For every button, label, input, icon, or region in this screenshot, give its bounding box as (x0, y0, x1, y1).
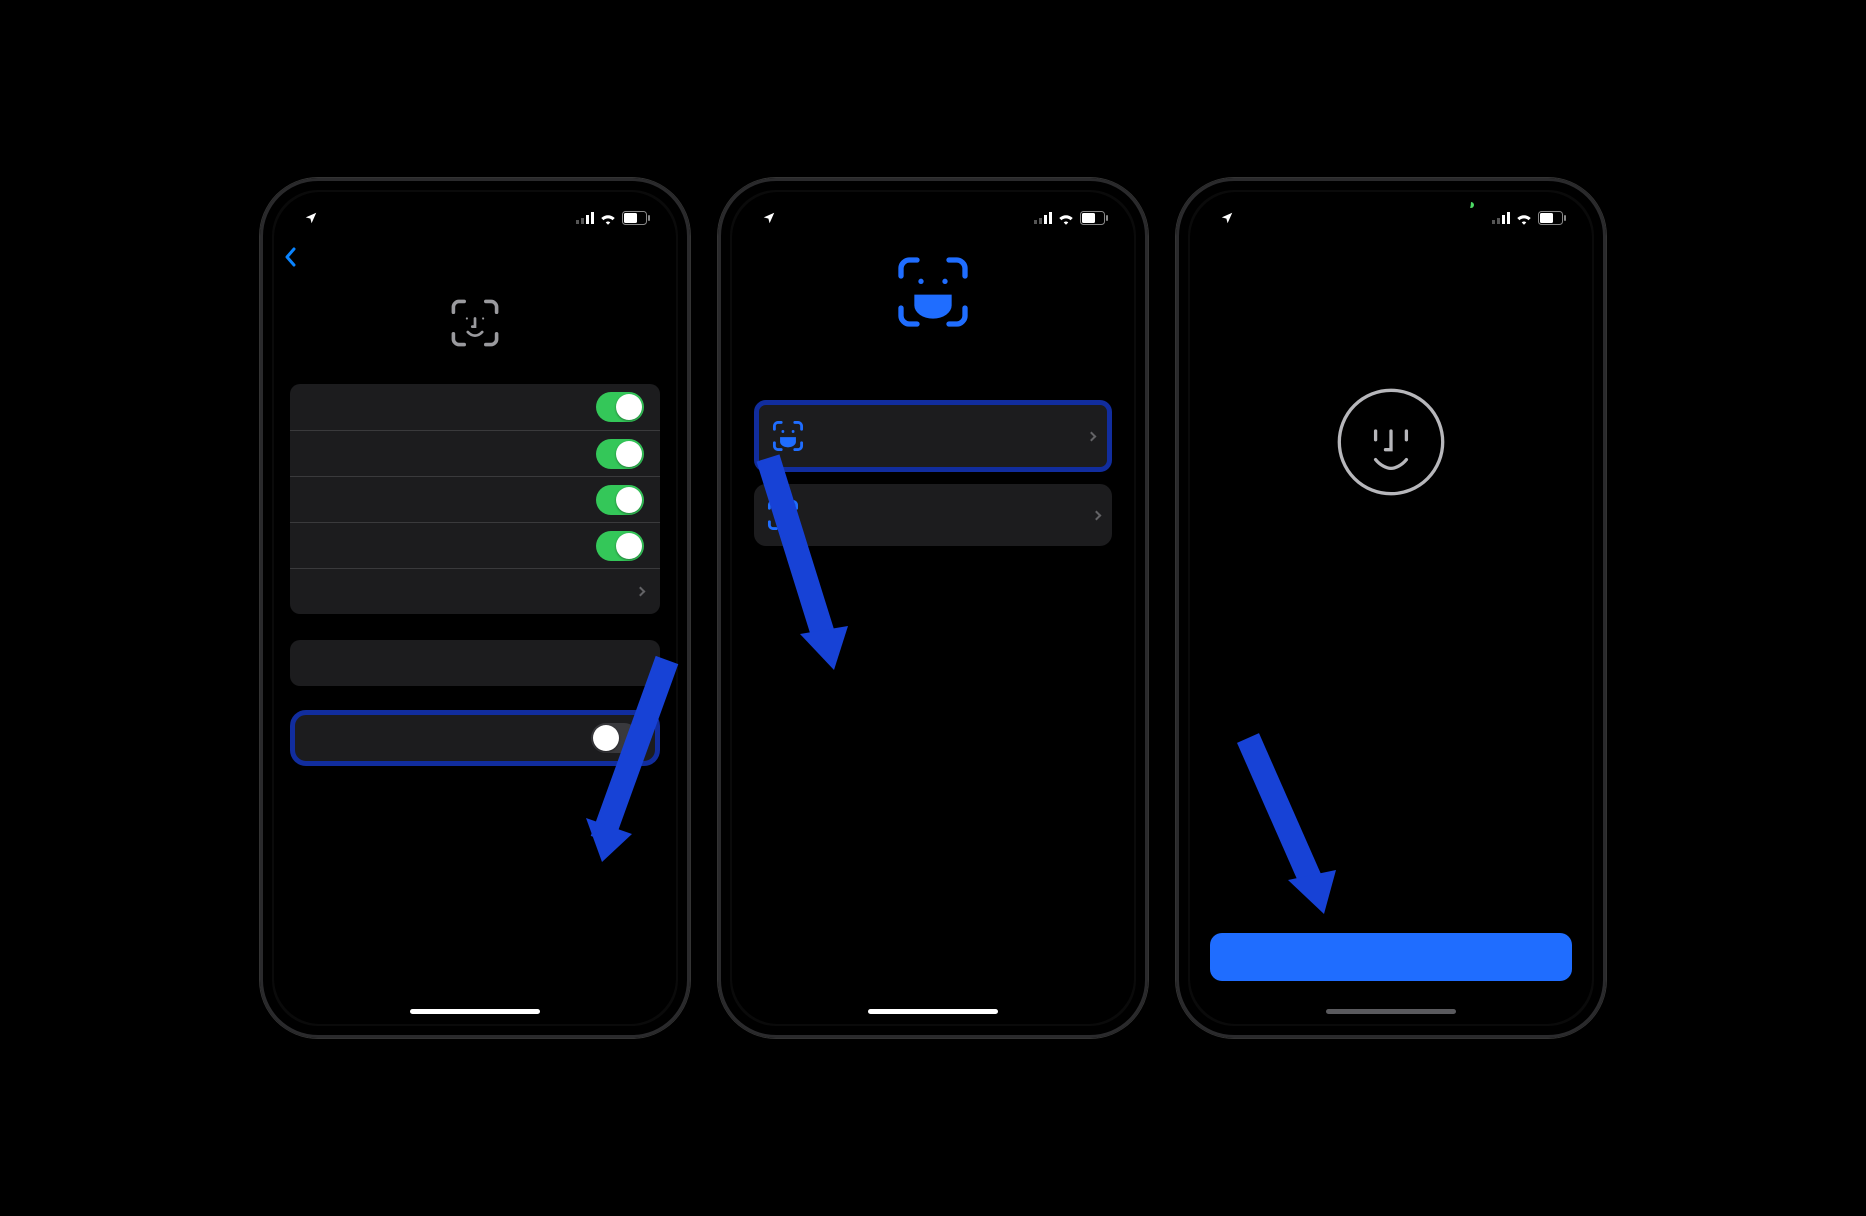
footer-about (290, 614, 660, 636)
content-area (732, 236, 1134, 967)
back-button[interactable] (284, 247, 298, 267)
location-icon (304, 211, 318, 225)
cellular-icon (1492, 212, 1510, 224)
home-indicator[interactable] (410, 1009, 540, 1014)
face-id-icon (448, 296, 502, 350)
location-icon (762, 211, 776, 225)
nav-bar (274, 236, 676, 282)
content-area (274, 282, 676, 1003)
notch (395, 192, 555, 222)
face-scan-ring (1241, 292, 1541, 592)
toggle-itunes[interactable] (596, 439, 644, 469)
location-icon (1220, 211, 1234, 225)
battery-icon (1538, 211, 1566, 225)
setup-later-link[interactable] (732, 967, 1134, 1003)
cellular-icon (1034, 212, 1052, 224)
row-other-apps[interactable] (290, 568, 660, 614)
footer-alt (290, 686, 660, 708)
toggle-autofill[interactable] (596, 531, 644, 561)
wifi-icon (1057, 211, 1075, 225)
phone-frame-3 (1176, 178, 1606, 1038)
phone-frame-1 (260, 178, 690, 1038)
chevron-left-icon (284, 247, 296, 267)
notch (853, 192, 1013, 222)
face-id-mask-icon (771, 419, 805, 453)
face-id-mask-icon (893, 252, 973, 332)
row-password-autofill[interactable] (290, 522, 660, 568)
chevron-right-icon (1087, 432, 1097, 442)
footer-mask (290, 766, 660, 778)
wifi-icon (1515, 211, 1533, 225)
mask-group-highlighted (290, 710, 660, 766)
nav-bar (1190, 236, 1592, 282)
face-outline-icon (1336, 387, 1446, 497)
toggle-wallet[interactable] (596, 485, 644, 515)
notch (1311, 192, 1471, 222)
chevron-right-icon (636, 587, 646, 597)
phone-frame-2 (718, 178, 1148, 1038)
battery-icon (622, 211, 650, 225)
wifi-icon (599, 211, 617, 225)
toggle-faceid-mask[interactable] (591, 723, 639, 753)
home-indicator[interactable] (1326, 1009, 1456, 1014)
section-header (290, 376, 660, 384)
home-indicator[interactable] (868, 1009, 998, 1014)
how-to-description (1363, 622, 1419, 632)
battery-icon (1080, 211, 1108, 225)
face-id-icon (766, 498, 800, 532)
row-iphone-unlock[interactable] (290, 384, 660, 430)
row-itunes-app-store[interactable] (290, 430, 660, 476)
cellular-icon (576, 212, 594, 224)
toggle-iphone-unlock[interactable] (596, 392, 644, 422)
row-use-faceid-with-mask[interactable] (295, 715, 655, 761)
row-alternate-appearance[interactable] (290, 640, 660, 686)
option-dont-use-with-mask[interactable] (754, 484, 1112, 546)
chevron-right-icon (1092, 511, 1102, 521)
row-wallet-apple-pay[interactable] (290, 476, 660, 522)
use-faceid-group (290, 384, 660, 614)
alternate-appearance-group (290, 640, 660, 686)
option-use-with-mask[interactable] (754, 400, 1112, 472)
get-started-button[interactable] (1210, 933, 1572, 981)
